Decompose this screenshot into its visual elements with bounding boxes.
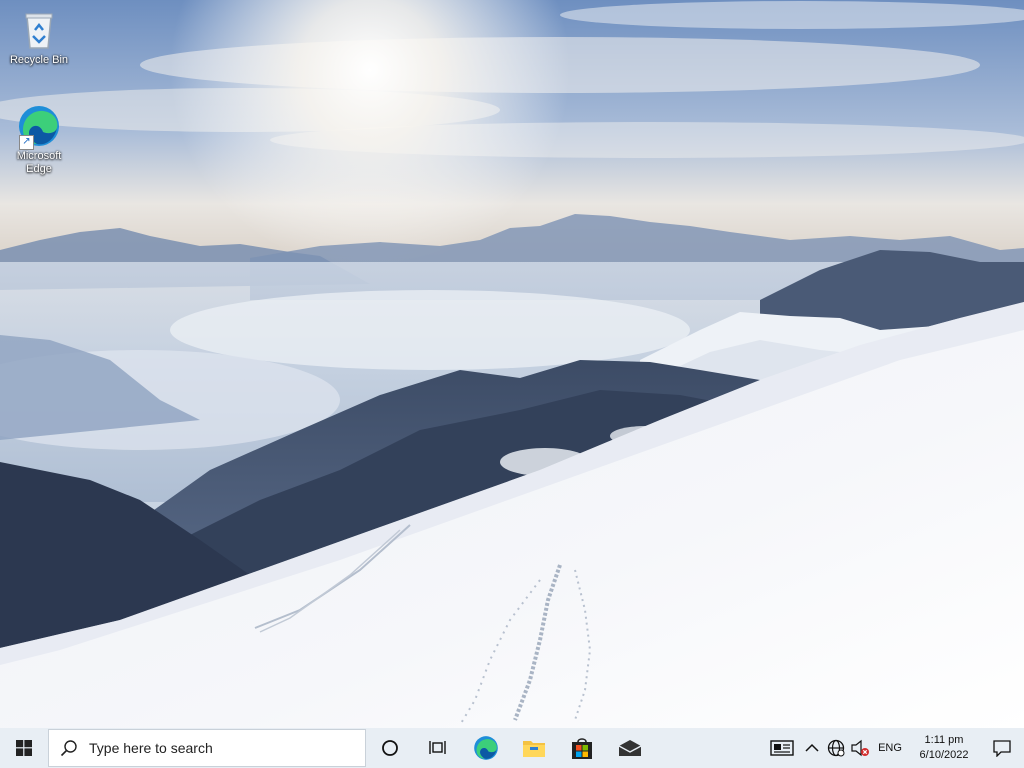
start-button[interactable] — [0, 728, 48, 768]
desktop-wallpaper — [0, 0, 1024, 728]
globe-network-icon — [827, 739, 845, 757]
shortcut-arrow-icon: ↗ — [19, 135, 34, 150]
desktop-icon-microsoft-edge[interactable]: ↗ Microsoft Edge — [2, 104, 76, 176]
microsoft-store-icon — [572, 738, 592, 759]
task-view-icon — [429, 741, 446, 754]
show-hidden-icons-button[interactable] — [800, 728, 824, 768]
news-and-interests-button[interactable] — [764, 728, 800, 768]
clock-date: 6/10/2022 — [919, 749, 969, 761]
notification-icon — [993, 740, 1011, 757]
taskbar-edge-button[interactable] — [462, 728, 510, 768]
volume-button[interactable] — [848, 728, 872, 768]
taskbar-microsoft-store-button[interactable] — [558, 728, 606, 768]
cortana-button[interactable] — [366, 728, 414, 768]
network-button[interactable] — [824, 728, 848, 768]
file-explorer-icon — [523, 741, 545, 757]
search-placeholder: Type here to search — [89, 740, 213, 756]
action-center-button[interactable] — [980, 728, 1024, 768]
task-view-button[interactable] — [414, 728, 462, 768]
clock-button[interactable]: 1:11 pm 6/10/2022 — [908, 728, 980, 768]
volume-muted-icon — [851, 739, 869, 757]
language-label: ENG — [878, 742, 902, 754]
cortana-circle-icon — [382, 740, 398, 756]
clock-time: 1:11 pm — [924, 734, 964, 746]
taskbar-file-explorer-button[interactable] — [510, 728, 558, 768]
taskbar-mail-button[interactable] — [606, 728, 654, 768]
search-icon — [49, 739, 89, 757]
input-language-indicator[interactable]: ENG — [872, 728, 908, 768]
news-icon — [770, 740, 794, 756]
mail-icon — [618, 740, 642, 756]
chevron-up-icon — [805, 743, 819, 752]
edge-icon: ↗ — [17, 104, 61, 150]
windows-logo-icon — [16, 740, 32, 756]
taskbar: Type here to search ENG 1:11 pm 6/10/202… — [0, 728, 1024, 768]
desktop-icon-recycle-bin[interactable]: Recycle Bin — [2, 8, 76, 67]
recycle-bin-icon — [17, 8, 61, 52]
desktop-icon-label: Recycle Bin — [9, 54, 69, 66]
desktop-icon-label: Microsoft Edge — [16, 150, 62, 175]
taskbar-search-box[interactable]: Type here to search — [48, 729, 366, 767]
edge-icon — [474, 736, 498, 760]
